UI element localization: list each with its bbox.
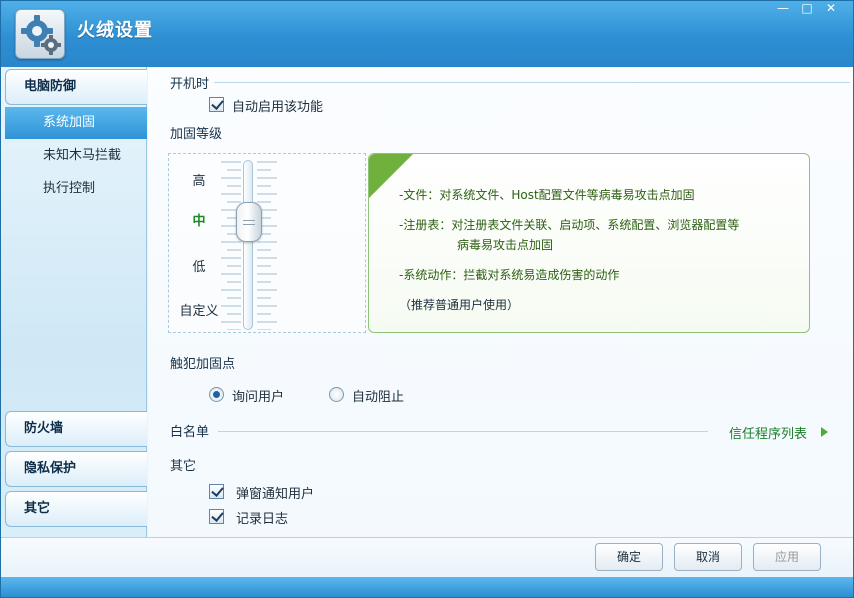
divider — [218, 431, 708, 432]
bottom-stripe — [1, 577, 853, 597]
popup-notify-label: 弹窗通知用户 — [236, 487, 315, 502]
cancel-button[interactable]: 取消 — [674, 543, 742, 571]
slider-thumb[interactable] — [236, 202, 262, 242]
bottom-bar: 确定 取消 应用 — [1, 537, 853, 597]
record-log-checkbox[interactable] — [209, 509, 224, 524]
info-file: -文件：对系统文件、Host配置文件等病毒易攻击点加固 — [399, 188, 695, 202]
slider-track[interactable] — [243, 160, 253, 330]
sidebar: 电脑防御 系统加固 未知木马拦截 执行控制 防火墙 隐私保护 其它 — [1, 67, 147, 537]
ask-user-radio[interactable] — [209, 387, 224, 402]
apply-button[interactable]: 应用 — [753, 543, 821, 571]
info-system-action: -系统动作：拦截对系统易造成伤害的动作 — [399, 268, 620, 282]
arrow-right-icon[interactable] — [821, 427, 828, 437]
close-icon[interactable]: ✕ — [813, 1, 849, 17]
record-log-label: 记录日志 — [236, 512, 289, 527]
info-registry-cont: 病毒易攻击点加固 — [457, 238, 554, 252]
sidebar-section-defense[interactable]: 电脑防御 — [5, 69, 147, 105]
sidebar-item-trojan-block[interactable]: 未知木马拦截 — [5, 140, 147, 172]
trusted-programs-link[interactable]: 信任程序列表 — [729, 423, 807, 442]
trigger-heading: 触犯加固点 — [170, 357, 236, 372]
sidebar-section-privacy[interactable]: 隐私保护 — [5, 451, 147, 487]
auto-block-label: 自动阻止 — [352, 390, 405, 405]
other-heading: 其它 — [170, 459, 197, 474]
auto-enable-checkbox[interactable] — [209, 97, 224, 112]
settings-content: 开机时 自动启用该功能 加固等级 高 中 低 自定义 -文件：对系统文件、Hos… — [148, 67, 853, 537]
whitelist-heading: 白名单 — [170, 425, 210, 440]
window-title: 火绒设置 — [77, 20, 153, 41]
gear-icon — [15, 9, 65, 59]
boot-heading: 开机时 — [170, 77, 210, 92]
hardening-heading: 加固等级 — [170, 127, 223, 142]
sidebar-section-other[interactable]: 其它 — [5, 491, 147, 527]
sidebar-section-firewall[interactable]: 防火墙 — [5, 411, 147, 447]
sidebar-item-system-hardening[interactable]: 系统加固 — [5, 107, 147, 139]
settings-window: 火绒设置 — □ ✕ 电脑防御 系统加固 未知木马拦截 执行控制 防火墙 隐私保… — [0, 0, 854, 598]
sidebar-item-exec-control[interactable]: 执行控制 — [5, 173, 147, 205]
info-recommend: （推荐普通用户使用） — [399, 298, 520, 312]
level-description-panel: -文件：对系统文件、Host配置文件等病毒易攻击点加固 -注册表：对注册表文件关… — [368, 153, 810, 333]
ok-button[interactable]: 确定 — [595, 543, 663, 571]
popup-notify-checkbox[interactable] — [209, 484, 224, 499]
divider — [214, 82, 850, 83]
ask-user-label: 询问用户 — [232, 390, 285, 405]
hardening-level-slider[interactable]: 高 中 低 自定义 — [168, 153, 366, 333]
info-registry: -注册表：对注册表文件关联、启动项、系统配置、浏览器配置等 — [399, 218, 740, 232]
auto-block-radio[interactable] — [329, 387, 344, 402]
title-bar: 火绒设置 — □ ✕ — [1, 1, 853, 67]
auto-enable-label: 自动启用该功能 — [232, 100, 324, 115]
